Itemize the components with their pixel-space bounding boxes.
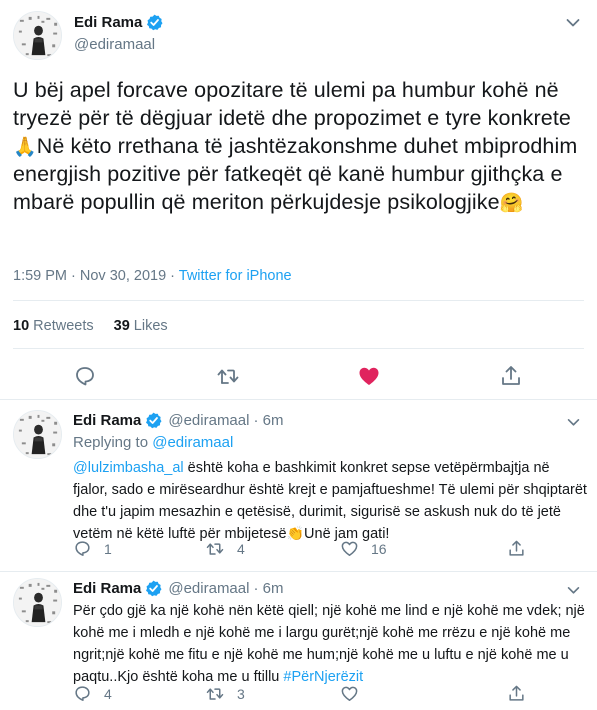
retweets-count: 10 [13, 318, 30, 334]
like-count: 16 [371, 540, 387, 557]
like-action[interactable]: 16 [340, 539, 387, 558]
like-action[interactable] [340, 684, 371, 703]
heart-icon [341, 541, 358, 556]
hugging-face-emoji: 🤗 [499, 193, 524, 214]
replying-to-label: Replying to [73, 434, 153, 451]
retweet-count: 4 [237, 540, 245, 557]
heart-filled-icon[interactable] [357, 364, 381, 388]
retweet-action[interactable]: 3 [205, 684, 245, 703]
verified-badge-icon [145, 580, 163, 597]
share-icon [509, 540, 524, 556]
reply-action[interactable]: 4 [73, 684, 112, 703]
mention-link[interactable]: @lulzimbasha_al [73, 460, 184, 476]
share-icon[interactable] [499, 364, 523, 388]
reply-icon[interactable] [73, 364, 97, 388]
retweet-action[interactable]: 4 [205, 539, 245, 558]
tweet-actions: 4 3 [73, 684, 573, 706]
author-name[interactable]: Edi Rama [73, 580, 141, 597]
retweet-icon [206, 543, 224, 555]
verified-badge-icon [145, 412, 163, 429]
hashtag-link[interactable]: #PërNjerëzit [283, 669, 363, 685]
tweet-stats: 10 Retweets 39 Likes [13, 318, 168, 334]
retweet-icon [206, 688, 224, 700]
tweet-source[interactable]: Twitter for iPhone [179, 268, 292, 284]
reply-icon [75, 541, 90, 556]
folded-hands-emoji: 🙏 [13, 137, 37, 158]
likes-label: Likes [133, 318, 168, 334]
chevron-down-icon[interactable] [567, 418, 580, 427]
tweet-text: U bëj apel forcave opozitare të ulemi pa… [13, 76, 588, 216]
tweet-timestamp[interactable]: · 6m [253, 412, 283, 429]
divider [13, 300, 584, 301]
avatar[interactable] [13, 410, 62, 459]
clapping-hands-emoji: 👏 [286, 525, 305, 541]
tweet-actions: 1 4 16 [73, 539, 573, 561]
avatar[interactable] [13, 578, 62, 627]
author-handle[interactable]: @ediramaal [168, 580, 249, 597]
reply-tweet[interactable]: Edi Rama @ediramaal · 6m Për çdo gjë ka … [0, 572, 597, 710]
reply-icon [75, 686, 90, 701]
tweet-text: Për çdo gjë ka një kohë nën këtë qiell; … [73, 600, 588, 688]
replying-to: Replying to @ediramaal [73, 434, 233, 451]
tweet-text-part1: U bëj apel forcave opozitare të ulemi pa… [13, 78, 571, 130]
author-name[interactable]: Edi Rama [73, 412, 141, 429]
retweet-count: 3 [237, 685, 245, 702]
verified-badge-icon [146, 14, 164, 31]
author-name[interactable]: Edi Rama [74, 14, 142, 31]
tweet-actions [0, 364, 597, 392]
share-action[interactable] [507, 684, 538, 703]
tweet-timestamp[interactable]: · 6m [253, 580, 283, 597]
likes-count: 39 [113, 318, 130, 334]
avatar[interactable] [13, 11, 62, 60]
chevron-down-icon[interactable] [567, 586, 580, 595]
chevron-down-icon[interactable] [566, 18, 580, 28]
replying-to-link[interactable]: @ediramaal [152, 434, 233, 451]
tweet-text: @lulzimbasha_al është koha e bashkimit k… [73, 457, 588, 545]
reply-tweet[interactable]: Edi Rama @ediramaal · 6m Replying to @ed… [0, 400, 597, 572]
main-tweet: Edi Rama @ediramaal U bëj apel forcave o… [0, 0, 597, 400]
reply-count: 1 [104, 540, 112, 557]
reply-count: 4 [104, 685, 112, 702]
divider [13, 348, 584, 349]
tweet-timestamp[interactable]: 1:59 PM · Nov 30, 2019 · [13, 268, 179, 284]
retweets-stat[interactable]: 10 Retweets [13, 318, 94, 334]
retweets-label: Retweets [33, 318, 94, 334]
heart-icon [341, 686, 358, 701]
author-handle[interactable]: @ediramaal [168, 412, 249, 429]
share-action[interactable] [507, 539, 538, 558]
tweet-meta: 1:59 PM · Nov 30, 2019 · Twitter for iPh… [13, 268, 292, 284]
retweet-icon[interactable] [216, 364, 240, 388]
reply-action[interactable]: 1 [73, 539, 112, 558]
likes-stat[interactable]: 39 Likes [114, 318, 168, 334]
share-icon [509, 685, 524, 701]
tweet-text-part2: Në këto rrethana të jashtëzakonshme duhe… [13, 134, 578, 214]
author-handle[interactable]: @ediramaal [74, 36, 155, 53]
